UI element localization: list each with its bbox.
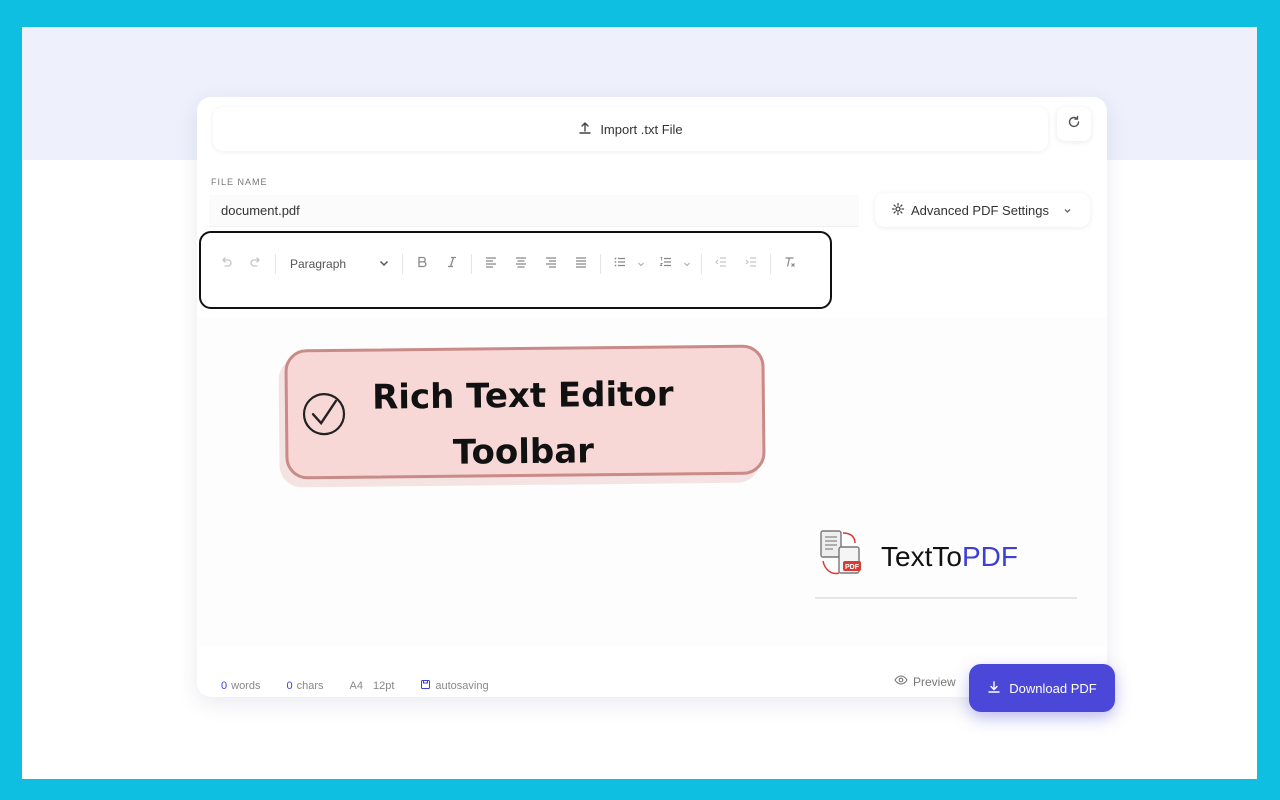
word-count-label: words [231, 680, 261, 692]
char-count-value: 0 [286, 680, 293, 692]
redo-button[interactable] [241, 250, 271, 278]
page-size: A4 [349, 680, 363, 692]
chevron-down-icon [1063, 203, 1072, 218]
block-style-select[interactable]: Paragraph [280, 250, 398, 278]
align-left-button[interactable] [476, 250, 506, 278]
upload-icon [578, 121, 592, 138]
numbered-list-button[interactable] [651, 250, 681, 278]
font-size: 12pt [372, 680, 395, 692]
bullet-list-options[interactable] [635, 255, 647, 273]
align-justify-icon [574, 255, 588, 274]
brand-logo: PDF TextToPDF [815, 517, 1060, 597]
reset-button[interactable] [1057, 107, 1091, 141]
char-count-label: chars [296, 680, 324, 692]
align-left-icon [484, 255, 498, 274]
chevron-down-icon [683, 255, 691, 273]
brand-divider [815, 597, 1077, 599]
autosave-label: autosaving [435, 680, 489, 692]
import-label: Import .txt File [600, 121, 683, 137]
word-count-value: 0 [221, 680, 228, 692]
toolbar-divider [701, 254, 702, 274]
align-right-icon [544, 255, 558, 274]
brand-name-part2: PDF [961, 541, 1018, 572]
download-pdf-button[interactable]: Download PDF [969, 664, 1115, 712]
page-format: A4 12pt [350, 680, 395, 692]
outdent-button[interactable] [706, 250, 736, 278]
annotation-line-1: Rich Text Editor [371, 374, 674, 418]
numbered-list-icon [659, 255, 673, 274]
bold-icon [415, 255, 429, 274]
toolbar-divider [471, 254, 472, 274]
clear-format-button[interactable] [775, 250, 805, 278]
annotation-text: Rich Text Editor Toolbar [358, 366, 689, 481]
redo-icon [249, 255, 263, 274]
gear-icon [891, 202, 905, 219]
file-name-input[interactable] [209, 195, 859, 227]
indent-button[interactable] [736, 250, 766, 278]
preview-label: Preview [913, 674, 956, 689]
block-style-value: Paragraph [290, 257, 347, 271]
outdent-icon [714, 255, 728, 274]
check-circle-icon [300, 390, 349, 443]
align-center-button[interactable] [506, 250, 536, 278]
bullet-list-button[interactable] [605, 250, 635, 278]
bold-button[interactable] [407, 250, 437, 278]
rich-text-toolbar: Paragraph [199, 231, 832, 309]
toolbar-divider [600, 254, 601, 274]
align-justify-button[interactable] [566, 250, 596, 278]
undo-button[interactable] [211, 250, 241, 278]
download-label: Download PDF [1009, 680, 1097, 696]
download-icon [987, 680, 1001, 697]
undo-icon [219, 255, 233, 274]
advanced-settings-label: Advanced PDF Settings [911, 202, 1050, 218]
annotation-line-2: Toolbar [452, 431, 595, 473]
refresh-icon [1067, 115, 1081, 134]
word-count: 0 words [221, 680, 260, 692]
chevron-down-icon [378, 257, 390, 272]
annotation-callout: Rich Text Editor Toolbar [284, 344, 766, 481]
toolbar-divider [770, 254, 771, 274]
advanced-settings-button[interactable]: Advanced PDF Settings [875, 193, 1090, 227]
clear-format-icon [783, 255, 797, 274]
bullet-list-icon [613, 255, 627, 274]
pdf-document-icon: PDF [815, 527, 871, 588]
italic-icon [445, 255, 459, 274]
autosave-icon [420, 679, 431, 693]
align-center-icon [514, 255, 528, 274]
status-bar: 0 words 0 chars A4 12pt autosaving [221, 679, 489, 693]
chevron-down-icon [637, 255, 645, 273]
align-right-button[interactable] [536, 250, 566, 278]
italic-button[interactable] [437, 250, 467, 278]
editor-card: Import .txt File FILE NAME Advanced PDF … [197, 97, 1115, 712]
indent-icon [744, 255, 758, 274]
eye-icon [894, 673, 908, 690]
preview-button[interactable]: Preview [894, 673, 956, 690]
char-count: 0 chars [286, 680, 323, 692]
import-txt-button[interactable]: Import .txt File [213, 107, 1048, 151]
file-name-label: FILE NAME [211, 177, 268, 187]
numbered-list-options[interactable] [681, 255, 693, 273]
toolbar-divider [402, 254, 403, 274]
toolbar-divider [275, 254, 276, 274]
brand-name: TextToPDF [881, 541, 1018, 573]
autosave-status: autosaving [420, 679, 489, 693]
pdf-badge-text: PDF [845, 564, 860, 571]
brand-name-part1: TextTo [881, 541, 962, 572]
page-canvas: Import .txt File FILE NAME Advanced PDF … [22, 27, 1257, 779]
